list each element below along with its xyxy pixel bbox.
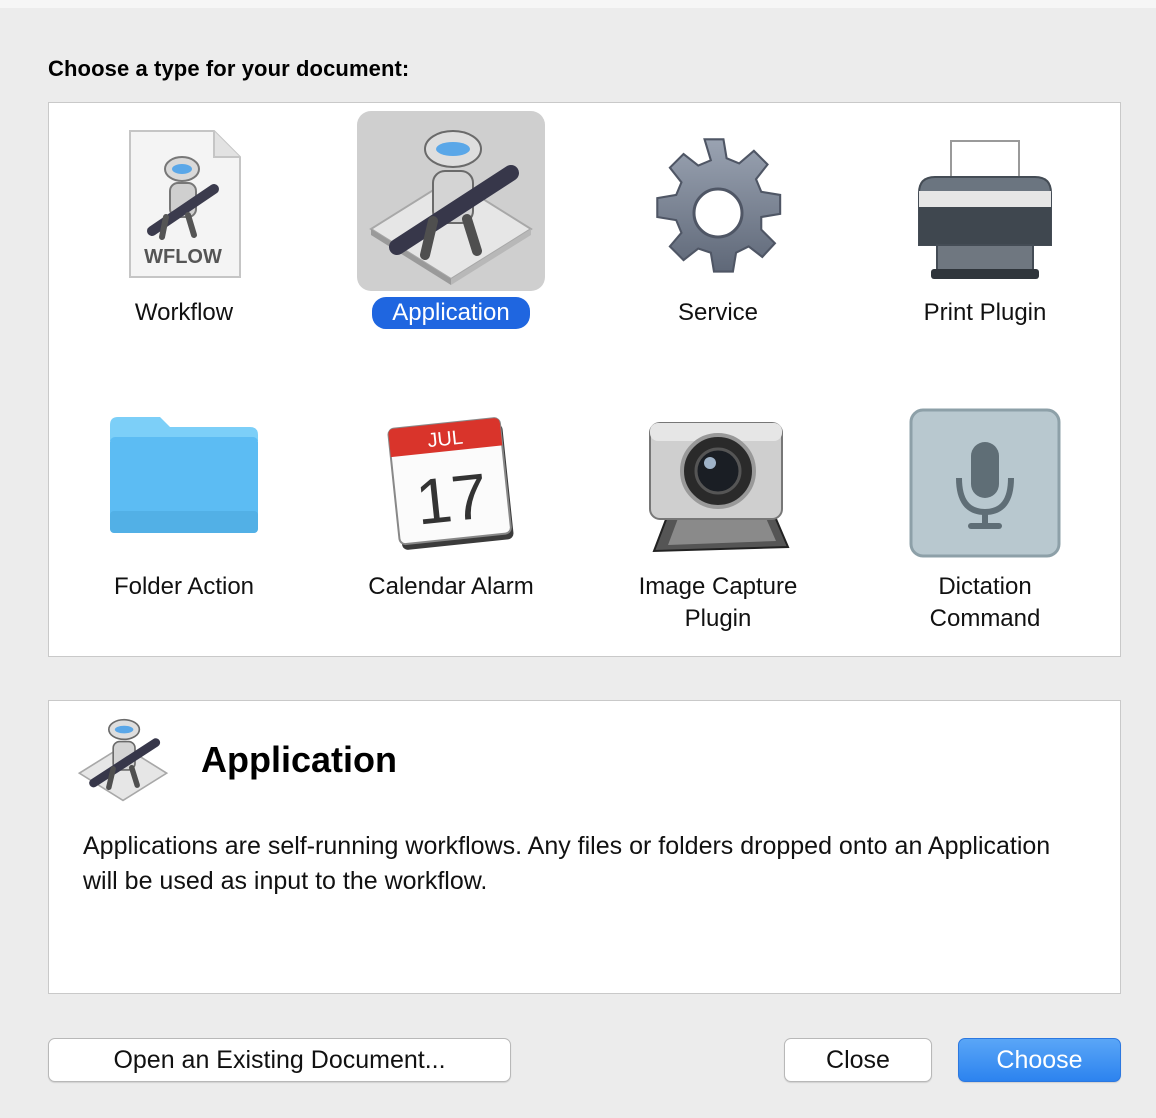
type-item-workflow[interactable]: WFLOW Workflow [59,121,309,336]
type-label-line-2: Plugin [684,605,752,632]
choose-button[interactable]: Choose [958,1038,1121,1082]
automator-robot-icon [75,711,175,811]
microphone-icon [907,407,1063,559]
type-label-print-plugin: Print Plugin [923,299,1047,326]
type-item-service[interactable]: Service [593,121,843,336]
type-item-application[interactable]: Application [326,111,576,336]
calendar-icon: JUL 17 [376,409,526,559]
workflow-badge: WFLOW [144,246,222,268]
type-label-calendar-alarm: Calendar Alarm [368,573,534,600]
type-prompt-label: Choose a type for your document: [48,56,410,81]
folder-icon [104,409,264,539]
gear-icon [638,129,798,289]
calendar-month: JUL [426,427,464,453]
type-item-print-plugin[interactable]: Print Plugin [860,121,1110,336]
close-button[interactable]: Close [784,1038,932,1082]
type-label-line-1: Dictation [938,573,1032,600]
type-item-calendar-alarm[interactable]: JUL 17 Calendar Alarm [326,403,576,623]
type-item-dictation-command[interactable]: Dictation Command [860,403,1110,643]
type-label-folder-action: Folder Action [113,573,255,600]
printer-icon [905,131,1065,291]
type-label-service: Service [677,299,759,326]
workflow-document-icon: WFLOW [119,125,249,285]
type-label-image-capture-plugin: Image Capture Plugin [593,571,843,635]
type-label-application: Application [326,297,576,329]
window-top-edge [0,0,1156,8]
description-panel: Application Applications are self-runnin… [48,700,1121,994]
type-label-line-2: Command [929,605,1041,632]
document-type-grid: WFLOW Workflow Application Service Print… [48,102,1121,657]
type-label-workflow: Workflow [134,299,234,326]
type-label-dictation-command: Dictation Command [860,571,1110,635]
selected-label-pill: Application [372,297,530,329]
open-existing-document-button[interactable]: Open an Existing Document... [48,1038,511,1082]
automator-robot-icon [361,117,541,289]
calendar-day: 17 [412,459,490,538]
description-title: Application [201,739,397,780]
camera-icon [638,407,798,557]
type-item-folder-action[interactable]: Folder Action [59,403,309,623]
type-item-image-capture-plugin[interactable]: Image Capture Plugin [593,403,843,643]
description-text: Applications are self-running workflows.… [83,832,1051,895]
type-label-line-1: Image Capture [638,573,798,600]
